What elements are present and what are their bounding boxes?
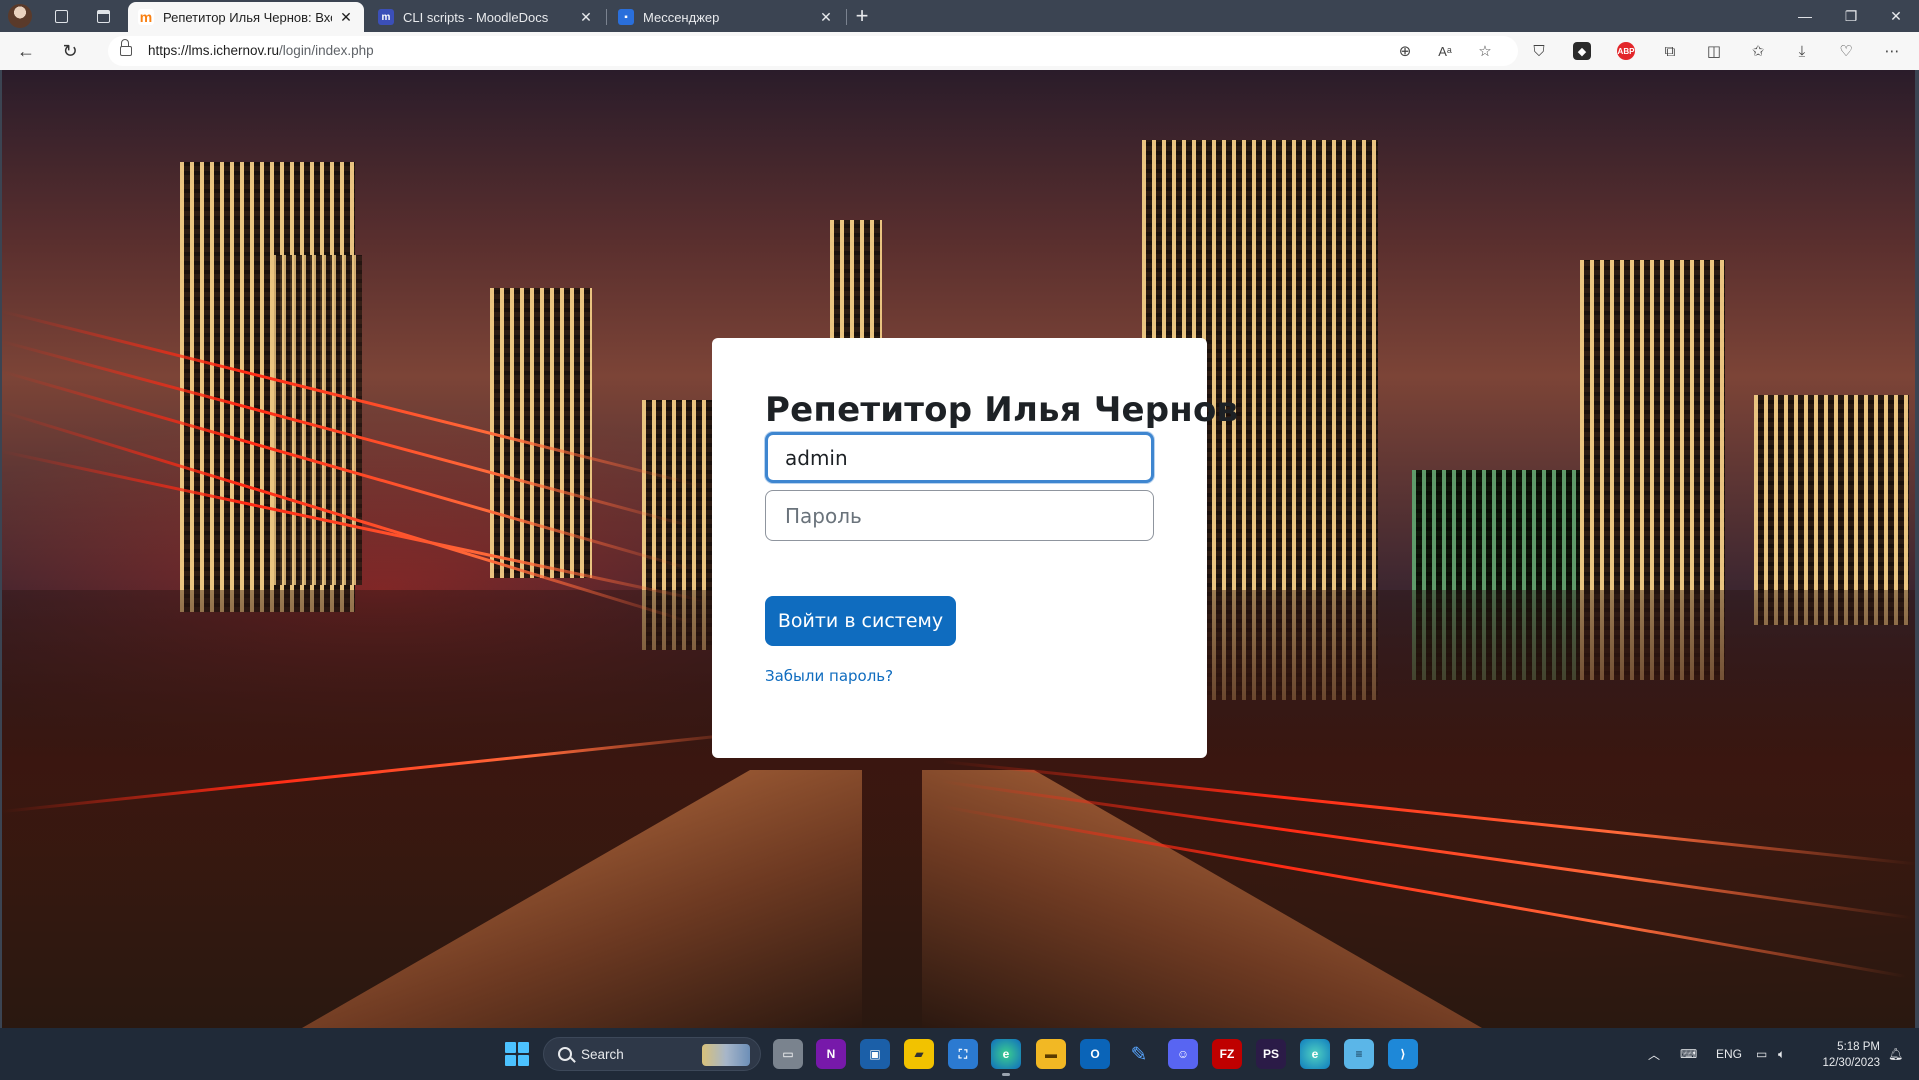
search-icon [558,1047,572,1061]
restore-button[interactable]: ❐ [1828,0,1874,32]
moodledocs-favicon-icon: m [378,9,394,25]
edge-icon[interactable]: e [991,1039,1021,1076]
browser-essentials-icon[interactable]: ♡ [1835,40,1857,62]
chat-favicon-icon: ▪ [618,9,634,25]
settings-menu-icon[interactable]: ⋯ [1881,40,1903,62]
shield-extension-icon[interactable]: ⛉ [1528,40,1550,62]
keyboard-icon[interactable]: ⌨ [1680,1028,1697,1080]
downloads-icon[interactable]: ⤓ [1791,40,1813,62]
building [830,220,882,350]
tab-messenger[interactable]: ▪ Мессенджер ✕ [608,2,844,32]
profile-avatar[interactable] [8,4,32,28]
taskbar: Search ▭ N ▣ ▰ ⛶ e ▬ O ✎ ☺ FZ PS e ≡ ⟩ ︿… [0,1028,1919,1080]
outlook-icon[interactable]: O [1080,1039,1110,1069]
start-button[interactable] [505,1042,529,1066]
extensions-icon[interactable]: ⧉ [1659,40,1681,62]
address-bar[interactable]: https://lms.ichernov.ru/login/index.php … [108,36,1518,66]
show-hidden-icons[interactable]: ︿ [1648,1028,1660,1080]
minimize-button[interactable]: — [1782,0,1828,32]
phpstorm-icon[interactable]: PS [1256,1039,1286,1069]
browser-titlebar: m Репетитор Илья Чернов: Вход н ✕ m CLI … [0,0,1919,32]
zoom-icon[interactable]: ⊕ [1394,40,1416,62]
login-button[interactable]: Войти в систему [765,596,956,646]
close-tab-icon[interactable]: ✕ [578,9,594,25]
username-field[interactable] [765,432,1154,483]
read-aloud-icon[interactable]: Aᵃ [1434,40,1456,62]
close-tab-icon[interactable]: ✕ [338,9,354,25]
vscode-terminal-icon[interactable]: ▣ [860,1039,890,1069]
back-button[interactable]: ← [12,37,40,65]
lock-icon[interactable] [120,39,132,56]
close-window-button[interactable]: ✕ [1873,0,1919,32]
favorites-icon[interactable]: ✩ [1747,40,1769,62]
page-viewport: Репетитор Илья Чернов Войти в систему За… [2,70,1915,1028]
pen-icon[interactable]: ✎ [1124,1039,1154,1069]
password-field[interactable] [765,490,1154,541]
forgot-password-link[interactable]: Забыли пароль? [765,667,893,685]
discord-icon[interactable]: ☺ [1168,1039,1198,1069]
vscode-icon[interactable]: ⟩ [1388,1039,1418,1069]
url-text: https://lms.ichernov.ru/login/index.php [148,43,374,58]
new-tab-button[interactable]: + [850,5,874,29]
moodle-favicon-icon: m [138,9,154,25]
edge-dev-icon[interactable]: e [1300,1039,1330,1069]
workspaces-icon[interactable] [50,5,72,27]
login-card: Репетитор Илья Чернов Войти в систему За… [712,338,1238,758]
split-screen-icon[interactable]: ◫ [1703,40,1725,62]
clock-date: 12/30/2023 [1822,1057,1880,1069]
store-icon[interactable]: ⛶ [948,1039,978,1069]
clock-time: 5:18 PM [1837,1041,1880,1053]
tab-actions-icon[interactable] [92,5,114,27]
adblock-extension-icon[interactable]: ABP [1617,42,1635,60]
tab-title: Мессенджер [643,9,720,25]
search-label: Search [581,1047,624,1062]
building [272,255,362,585]
bitwarden-extension-icon[interactable]: ◆ [1573,42,1591,60]
filezilla-icon[interactable]: FZ [1212,1039,1242,1069]
tab-login[interactable]: m Репетитор Илья Чернов: Вход н ✕ [128,2,364,32]
clock[interactable]: 5:18 PM 12/30/2023 [1812,1039,1880,1071]
search-highlight-image [702,1044,750,1066]
tab-moodledocs[interactable]: m CLI scripts - MoodleDocs ✕ [368,2,604,32]
volume-icon[interactable]: 🔈︎ [1778,1028,1785,1080]
network-icon[interactable]: ▭ [1756,1028,1767,1080]
tab-title: CLI scripts - MoodleDocs [403,9,549,25]
notepad-icon[interactable]: ≡ [1344,1039,1374,1069]
close-tab-icon[interactable]: ✕ [818,9,834,25]
onenote-icon[interactable]: N [816,1039,846,1069]
files-icon[interactable]: ▬ [1036,1039,1066,1069]
refresh-button[interactable]: ↻ [56,37,84,65]
tab-title: Репетитор Илья Чернов: Вход н [163,9,332,25]
file-explorer-icon[interactable]: ▭ [773,1039,803,1069]
tab-separator [606,9,607,25]
favorite-star-icon[interactable]: ☆ [1474,40,1496,62]
taskbar-search[interactable]: Search [543,1037,761,1071]
browser-toolbar: ← ↻ https://lms.ichernov.ru/login/index.… [0,32,1919,70]
tab-separator [846,9,847,25]
site-title: Репетитор Илья Чернов [765,390,1239,430]
sticky-notes-icon[interactable]: ▰ [904,1039,934,1069]
notifications-icon[interactable]: 🔔︎ [1888,1028,1903,1080]
language-indicator[interactable]: ENG [1716,1028,1742,1080]
